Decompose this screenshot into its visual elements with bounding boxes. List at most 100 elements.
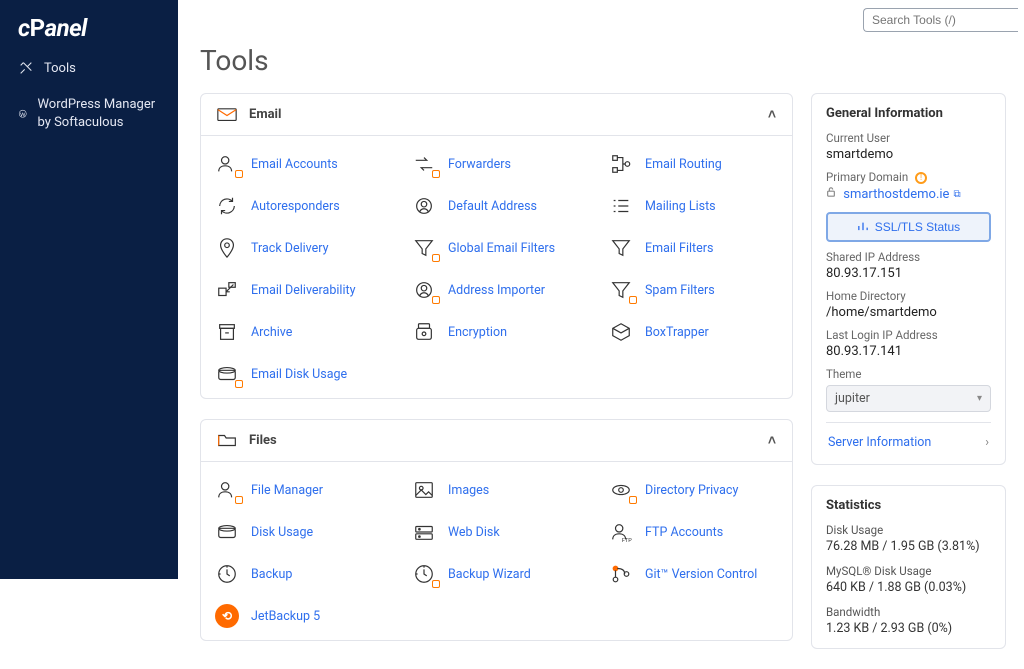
feature-jetbackup-5[interactable]: ⟲ JetBackup 5 [205,598,394,634]
feature-label: Email Deliverability [251,283,356,298]
feature-label: FTP Accounts [645,525,723,540]
stat-value: 76.28 MB / 1.95 GB (3.81%) [826,539,991,554]
feature-icon [213,520,241,544]
feature-mailing-lists[interactable]: Mailing Lists [599,188,788,224]
feature-address-importer[interactable]: Address Importer [402,272,591,308]
feature-icon [213,278,241,302]
feature-git-version-control[interactable]: Git™ Version Control [599,556,788,592]
mail-icon [217,107,237,123]
page-title: Tools [178,36,1024,93]
panel-files: Files ˄ File Manager Images Directory Priv… [200,419,793,641]
feature-directory-privacy[interactable]: Directory Privacy [599,472,788,508]
chevron-right-icon: › [985,435,989,450]
folder-icon [217,433,237,449]
primary-domain-link[interactable]: smarthostdemo.ie ⧉ [843,187,960,202]
card-title: Statistics [826,498,991,513]
feature-icon: FTP [607,520,635,544]
current-user-value: smartdemo [826,147,991,162]
feature-email-filters[interactable]: Email Filters [599,230,788,266]
home-dir-value: /home/smartdemo [826,305,991,320]
general-info-card: General Information Current User smartde… [811,93,1006,465]
feature-label: JetBackup 5 [251,609,320,624]
statistics-card: Statistics Disk Usage 76.28 MB / 1.95 GB … [811,485,1006,649]
feature-autoresponders[interactable]: Autoresponders [205,188,394,224]
feature-images[interactable]: Images [402,472,591,508]
sidebar-item-wordpress[interactable]: WordPress Manager by Softaculous [0,86,178,142]
feature-label: Web Disk [448,525,500,540]
feature-icon [607,320,635,344]
theme-select[interactable]: jupiter ▾ [826,385,991,412]
feature-default-address[interactable]: Default Address [402,188,591,224]
brand-logo: cPanel [0,0,178,50]
feature-archive[interactable]: Archive [205,314,394,350]
primary-domain-label: Primary Domain ! [826,170,991,184]
feature-encryption[interactable]: Encryption [402,314,591,350]
feature-icon [410,236,438,260]
feature-backup[interactable]: Backup [205,556,394,592]
feature-label: Disk Usage [251,525,313,540]
feature-icon [607,152,635,176]
current-user-label: Current User [826,131,991,145]
external-link-icon: ⧉ [953,189,960,200]
feature-global-email-filters[interactable]: Global Email Filters [402,230,591,266]
feature-ftp-accounts[interactable]: FTP FTP Accounts [599,514,788,550]
shared-ip-value: 80.93.17.151 [826,266,991,281]
panel-email: Email ˄ Email Accounts Forwarders Email Ro… [200,93,793,399]
feature-email-routing[interactable]: Email Routing [599,146,788,182]
feature-icon [213,562,241,586]
info-column: General Information Current User smartde… [811,93,1006,649]
feature-icon [607,236,635,260]
feature-icon [213,320,241,344]
shared-ip-label: Shared IP Address [826,250,991,264]
feature-label: Email Disk Usage [251,367,347,382]
feature-label: File Manager [251,483,323,498]
ssl-status-button[interactable]: SSL/TLS Status [826,212,991,242]
stat-label: MySQL® Disk Usage [826,564,991,578]
feature-icon [410,478,438,502]
feature-email-deliverability[interactable]: Email Deliverability [205,272,394,308]
feature-file-manager[interactable]: File Manager [205,472,394,508]
card-title: General Information [826,106,991,121]
warning-icon: ! [915,172,927,184]
feature-icon [213,152,241,176]
feature-icon: ⟲ [213,604,241,628]
panel-files-header[interactable]: Files ˄ [201,420,792,462]
feature-label: Forwarders [448,157,511,172]
sidebar-item-tools[interactable]: Tools [0,50,178,86]
feature-icon [607,562,635,586]
svg-text:FTP: FTP [622,538,632,543]
feature-track-delivery[interactable]: Track Delivery [205,230,394,266]
feature-backup-wizard[interactable]: Backup Wizard [402,556,591,592]
feature-label: Encryption [448,325,507,340]
feature-label: BoxTrapper [645,325,709,340]
panel-title: Files [249,433,277,448]
feature-label: Backup Wizard [448,567,531,582]
feature-label: Track Delivery [251,241,329,256]
feature-label: Email Filters [645,241,713,256]
panel-title: Email [249,107,281,122]
feature-web-disk[interactable]: Web Disk [402,514,591,550]
chevron-up-icon: ˄ [768,106,776,123]
theme-label: Theme [826,367,991,381]
search-input[interactable] [863,8,1018,32]
feature-icon [410,520,438,544]
topbar [178,0,1024,36]
feature-spam-filters[interactable]: Spam Filters [599,272,788,308]
server-information-link[interactable]: Server Information › [826,422,991,452]
feature-label: Email Accounts [251,157,338,172]
feature-disk-usage[interactable]: Disk Usage [205,514,394,550]
stat-value: 640 KB / 1.88 GB (0.03%) [826,580,991,595]
panel-email-header[interactable]: Email ˄ [201,94,792,136]
feature-icon [213,236,241,260]
feature-label: Directory Privacy [645,483,738,498]
stat-label: Disk Usage [826,523,991,537]
feature-boxtrapper[interactable]: BoxTrapper [599,314,788,350]
feature-icon [410,152,438,176]
feature-email-disk-usage[interactable]: Email Disk Usage [205,356,394,392]
sidebar-item-label: Tools [44,61,76,76]
feature-icon [213,478,241,502]
sidebar-item-label: WordPress Manager by Softaculous [37,96,160,132]
feature-email-accounts[interactable]: Email Accounts [205,146,394,182]
feature-label: Email Routing [645,157,722,172]
feature-forwarders[interactable]: Forwarders [402,146,591,182]
